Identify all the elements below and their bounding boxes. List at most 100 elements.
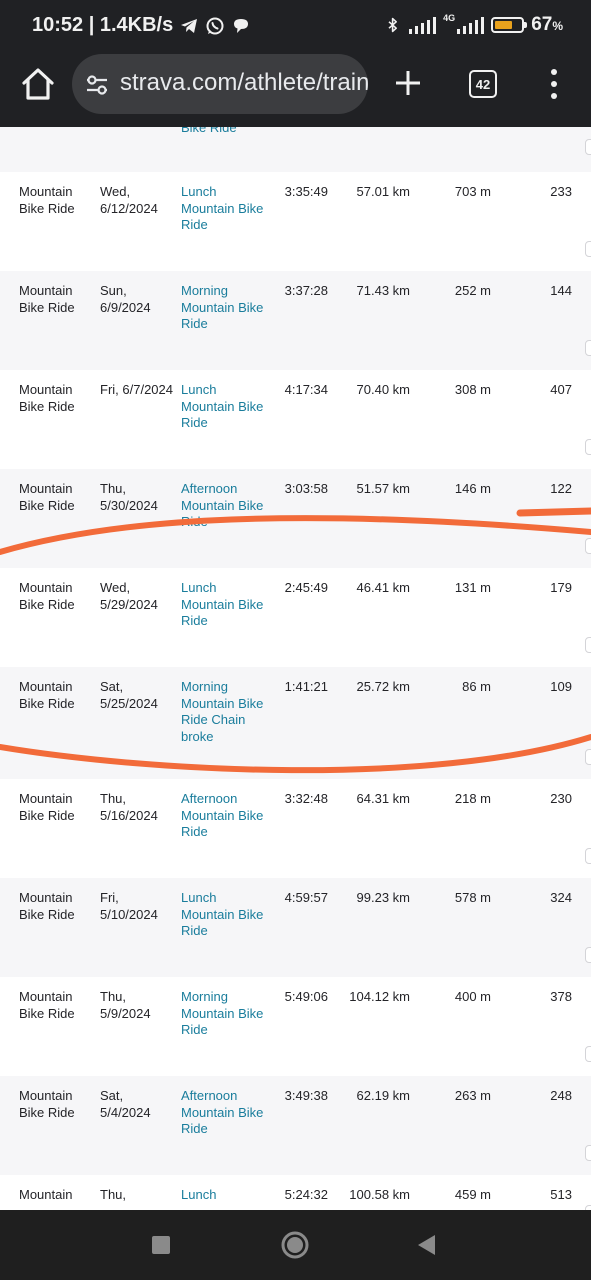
activity-date: Fri, 6/7/2024 [100, 382, 173, 397]
row-action-button[interactable] [585, 637, 591, 653]
activity-suffer-score: 248 [550, 1088, 572, 1103]
activity-type: Mountain Bike Ride [19, 1088, 75, 1120]
row-action-button[interactable] [585, 749, 591, 765]
status-left: 10:52 | 1.4KB/s [32, 14, 251, 37]
activity-table: Bike Ride Mountain Bike Ride Wed, 6/12/20… [0, 127, 591, 1210]
activity-title-link[interactable]: Lunch Mountain Bike Ride [181, 184, 271, 234]
activity-distance: 99.23 km [356, 890, 410, 905]
row-action-button[interactable] [585, 848, 591, 864]
bluetooth-icon [388, 17, 398, 33]
recents-square-icon[interactable] [143, 1227, 179, 1263]
table-row: Mountain Bike Ride Fri, 5/10/2024 Lunch Mo… [0, 878, 591, 977]
activity-title-link[interactable]: Morning Mountain Bike Ride Chain broke [181, 679, 271, 745]
activity-distance: 64.31 km [356, 791, 410, 806]
table-row: Mountain Bike Ride Thu, 5/16/2024 Afternoo… [0, 779, 591, 878]
activity-title-link[interactable]: Afternoon Mountain Bike Ride [181, 1088, 271, 1138]
activity-title-link[interactable]: Lunch Mountain Bike Ride [181, 580, 271, 630]
row-action-button[interactable] [585, 241, 591, 257]
activity-time: 5:49:06 [284, 989, 328, 1004]
url-text[interactable]: strava.com/athlete/training [120, 69, 368, 97]
table-row: Mountain Thu, Lunch 5:24:32 100.58 km 459 m 51… [0, 1175, 591, 1210]
activity-date: Thu, 5/9/2024 [100, 989, 151, 1021]
activity-elevation: 218 m [454, 791, 491, 806]
activity-type: Mountain Bike Ride [19, 679, 75, 711]
new-tab-icon[interactable] [390, 65, 426, 101]
activity-date: Thu, [100, 1187, 127, 1202]
activity-title-link[interactable]: Lunch [181, 1187, 271, 1204]
activity-title-link[interactable]: Afternoon Mountain Bike Ride [181, 481, 271, 531]
address-bar[interactable]: strava.com/athlete/training [72, 54, 368, 114]
activity-distance: 71.43 km [356, 283, 410, 298]
activity-time: 4:59:57 [284, 890, 328, 905]
row-action-button[interactable] [585, 439, 591, 455]
activity-time: 4:17:34 [284, 382, 328, 397]
activity-elevation: 146 m [454, 481, 491, 496]
table-row: Mountain Bike Ride Wed, 5/29/2024 Lunch Mo… [0, 568, 591, 667]
row-action-button[interactable] [585, 139, 591, 155]
activity-type: Mountain Bike Ride [19, 580, 75, 612]
activity-type: Mountain Bike Ride [19, 890, 75, 922]
home-icon[interactable] [18, 64, 58, 104]
signal-icon-2 [457, 17, 485, 34]
activity-type: Mountain Bike Ride [19, 481, 75, 513]
table-row-partial: Bike Ride [0, 127, 591, 172]
activity-suffer-score: 407 [550, 382, 572, 397]
activity-time: 3:37:28 [284, 283, 328, 298]
activity-time: 2:45:49 [284, 580, 328, 595]
activity-suffer-score: 144 [550, 283, 572, 298]
row-action-button[interactable] [585, 1145, 591, 1161]
activity-type: Mountain Bike Ride [19, 283, 75, 315]
activity-date: Thu, 5/16/2024 [100, 791, 158, 823]
activity-type: Mountain [19, 1187, 73, 1202]
table-row: Mountain Bike Ride Sun, 6/9/2024 Morning M… [0, 271, 591, 370]
activity-elevation: 263 m [454, 1088, 491, 1103]
activity-date: Sat, 5/25/2024 [100, 679, 158, 711]
activity-title-link[interactable]: Afternoon Mountain Bike Ride [181, 791, 271, 841]
activity-suffer-score: 109 [550, 679, 572, 694]
site-settings-icon[interactable] [84, 72, 110, 98]
activity-suffer-score: 230 [550, 791, 572, 806]
activity-elevation: 459 m [454, 1187, 491, 1202]
table-row: Mountain Bike Ride Fri, 6/7/2024 Lunch Mou… [0, 370, 591, 469]
activity-elevation: 703 m [454, 184, 491, 199]
table-row: Mountain Bike Ride Thu, 5/9/2024 Morning M… [0, 977, 591, 1076]
activity-date: Wed, 5/29/2024 [100, 580, 158, 612]
activity-time: 3:35:49 [284, 184, 328, 199]
battery-icon [491, 17, 528, 33]
activity-elevation: 400 m [454, 989, 491, 1004]
activity-distance: 57.01 km [356, 184, 410, 199]
whatsapp-icon [206, 17, 224, 34]
row-action-button[interactable] [585, 538, 591, 554]
overflow-menu-icon[interactable] [544, 67, 564, 101]
activity-date: Sat, 5/4/2024 [100, 1088, 151, 1120]
activity-title-link[interactable]: Lunch Mountain Bike Ride [181, 890, 271, 940]
activity-suffer-score: 122 [550, 481, 572, 496]
activity-distance: 70.40 km [356, 382, 410, 397]
activity-title-link[interactable]: Morning Mountain Bike Ride [181, 283, 271, 333]
network-type: 4G [443, 13, 456, 23]
activity-date: Wed, 6/12/2024 [100, 184, 158, 216]
battery-percent: 67% [531, 14, 563, 35]
browser-chrome: 10:52 | 1.4KB/s 4G 67% strava.com/athlet… [0, 0, 591, 127]
status-bar: 10:52 | 1.4KB/s 4G 67% [0, 0, 591, 52]
row-action-button[interactable] [585, 947, 591, 963]
row-action-button[interactable] [585, 340, 591, 356]
status-right: 4G 67% [385, 13, 563, 36]
row-action-button[interactable] [585, 1046, 591, 1062]
activity-type: Mountain Bike Ride [19, 184, 75, 216]
table-row: Mountain Bike Ride Thu, 5/30/2024 Afternoo… [0, 469, 591, 568]
activity-title-link[interactable]: Bike Ride [181, 127, 271, 137]
activity-time: 5:24:32 [284, 1187, 328, 1202]
activity-distance: 100.58 km [349, 1187, 410, 1202]
activity-title-link[interactable]: Morning Mountain Bike Ride [181, 989, 271, 1039]
activity-type: Mountain Bike Ride [19, 791, 75, 823]
activity-suffer-score: 513 [550, 1187, 572, 1202]
tab-switcher-button[interactable]: 42 [469, 70, 497, 98]
activity-distance: 104.12 km [349, 989, 410, 1004]
home-circle-icon[interactable] [277, 1227, 313, 1263]
activity-time: 3:03:58 [284, 481, 328, 496]
activity-type: Mountain Bike Ride [19, 989, 75, 1021]
back-triangle-icon[interactable] [409, 1227, 445, 1263]
table-row: Mountain Bike Ride Sat, 5/4/2024 Afternoon… [0, 1076, 591, 1175]
activity-title-link[interactable]: Lunch Mountain Bike Ride [181, 382, 271, 432]
